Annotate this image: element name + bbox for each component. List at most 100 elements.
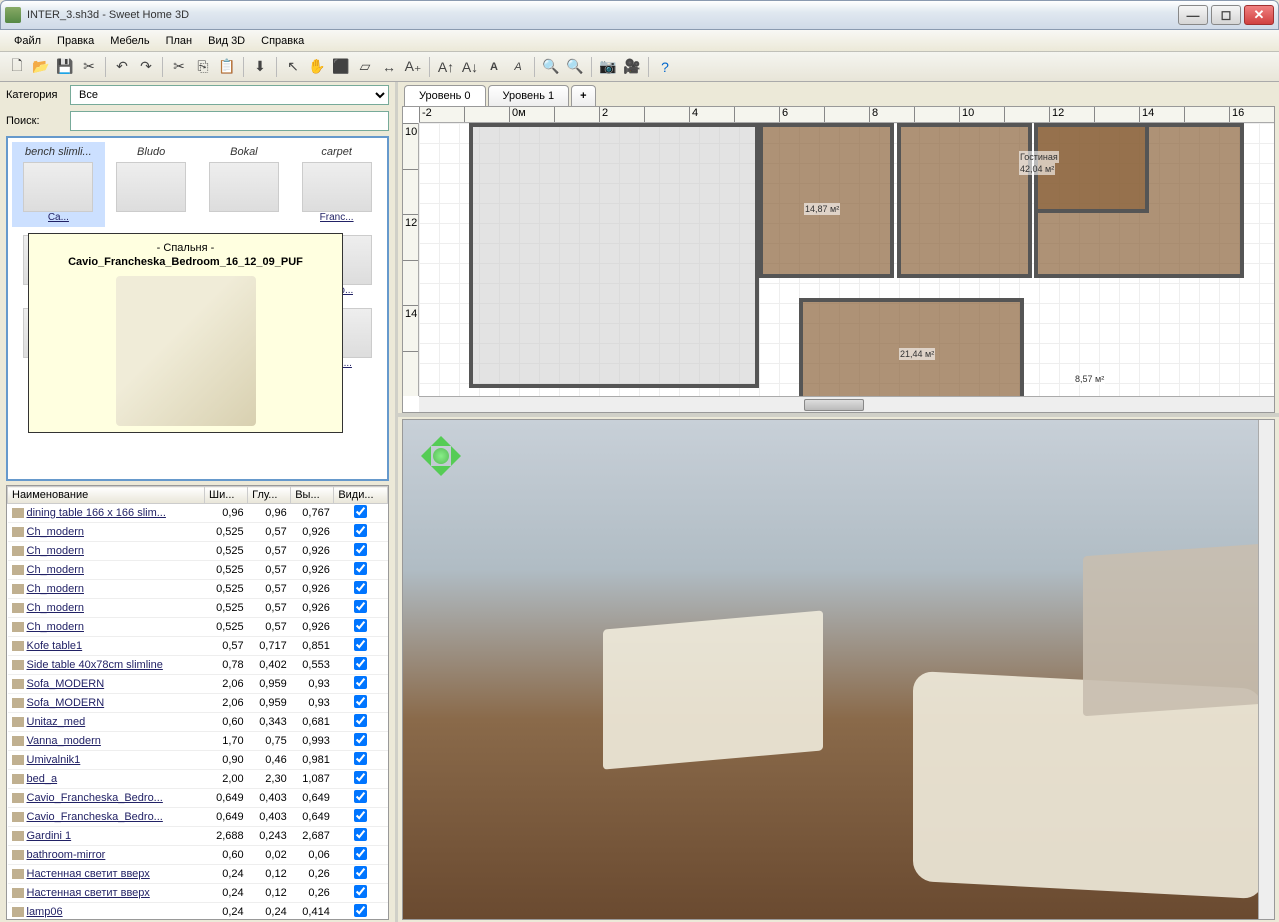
visible-checkbox[interactable]: [354, 505, 367, 518]
table-row[interactable]: Ch_modern0,5250,570,926: [8, 580, 388, 599]
nav-widget[interactable]: [411, 426, 471, 486]
video-icon[interactable]: 🎥: [621, 56, 643, 78]
col-header[interactable]: Наименование: [8, 487, 205, 504]
dimension-icon[interactable]: ↔: [378, 56, 400, 78]
visible-checkbox[interactable]: [354, 847, 367, 860]
visible-checkbox[interactable]: [354, 809, 367, 822]
table-row[interactable]: Cavio_Francheska_Bedro...0,6490,4030,649: [8, 789, 388, 808]
visible-checkbox[interactable]: [354, 790, 367, 803]
minimize-button[interactable]: —: [1178, 5, 1208, 25]
visible-checkbox[interactable]: [354, 904, 367, 917]
visible-checkbox[interactable]: [354, 771, 367, 784]
table-row[interactable]: lamp060,240,240,414: [8, 903, 388, 921]
visible-checkbox[interactable]: [354, 866, 367, 879]
search-input[interactable]: [70, 111, 389, 131]
add-furniture-icon[interactable]: ⬇: [249, 56, 271, 78]
select-icon[interactable]: ↖: [282, 56, 304, 78]
nav-up-icon[interactable]: [431, 426, 451, 446]
table-row[interactable]: Sofa_MODERN2,060,9590,93: [8, 694, 388, 713]
visible-checkbox[interactable]: [354, 828, 367, 841]
pan-icon[interactable]: ✋: [306, 56, 328, 78]
photo-icon[interactable]: 📷: [597, 56, 619, 78]
copy-icon[interactable]: ⎘: [192, 56, 214, 78]
visible-checkbox[interactable]: [354, 600, 367, 613]
open-icon[interactable]: 📂: [30, 56, 52, 78]
menu-План[interactable]: План: [158, 32, 201, 50]
save-icon[interactable]: 💾: [54, 56, 76, 78]
catalog-item[interactable]: Bokal: [198, 142, 291, 227]
redo-icon[interactable]: ↷: [135, 56, 157, 78]
prefs-icon[interactable]: ✂: [78, 56, 100, 78]
text-smaller-icon[interactable]: A↓: [459, 56, 481, 78]
catalog-item[interactable]: bench slimli...Ca...: [12, 142, 105, 227]
add-level-button[interactable]: +: [571, 85, 595, 106]
table-row[interactable]: Side table 40x78cm slimline0,780,4020,55…: [8, 656, 388, 675]
paste-icon[interactable]: 📋: [216, 56, 238, 78]
category-select[interactable]: Все: [70, 85, 389, 105]
menu-Справка[interactable]: Справка: [253, 32, 312, 50]
visible-checkbox[interactable]: [354, 676, 367, 689]
table-row[interactable]: bathroom-mirror0,600,020,06: [8, 846, 388, 865]
visible-checkbox[interactable]: [354, 543, 367, 556]
table-row[interactable]: Настенная светит вверх0,240,120,26: [8, 865, 388, 884]
visible-checkbox[interactable]: [354, 714, 367, 727]
nav-down-icon[interactable]: [431, 466, 451, 486]
view3d-vscrollbar[interactable]: [1258, 420, 1274, 919]
table-row[interactable]: Unitaz_med0,600,3430,681: [8, 713, 388, 732]
nav-center-icon[interactable]: [433, 448, 449, 464]
zoom-out-icon[interactable]: 🔍: [564, 56, 586, 78]
text-icon[interactable]: A₊: [402, 56, 424, 78]
table-row[interactable]: Ch_modern0,5250,570,926: [8, 599, 388, 618]
table-row[interactable]: Cavio_Francheska_Bedro...0,6490,4030,649: [8, 808, 388, 827]
visible-checkbox[interactable]: [354, 619, 367, 632]
visible-checkbox[interactable]: [354, 657, 367, 670]
table-row[interactable]: Umivalnik10,900,460,981: [8, 751, 388, 770]
maximize-button[interactable]: ◻: [1211, 5, 1241, 25]
col-header[interactable]: Ши...: [205, 487, 248, 504]
menu-Правка[interactable]: Правка: [49, 32, 102, 50]
cut-icon[interactable]: ✂: [168, 56, 190, 78]
floor-plan-canvas[interactable]: 14,87 м²Гостиная42,04 м²21,44 м²8,57 м²: [419, 123, 1274, 396]
table-row[interactable]: dining table 166 x 166 slim...0,960,960,…: [8, 504, 388, 523]
catalog-item[interactable]: carpetFranc...: [290, 142, 383, 227]
visible-checkbox[interactable]: [354, 752, 367, 765]
visible-checkbox[interactable]: [354, 638, 367, 651]
bold-icon[interactable]: A: [483, 56, 505, 78]
close-button[interactable]: ✕: [1244, 5, 1274, 25]
visible-checkbox[interactable]: [354, 524, 367, 537]
visible-checkbox[interactable]: [354, 581, 367, 594]
visible-checkbox[interactable]: [354, 562, 367, 575]
level-tab[interactable]: Уровень 1: [488, 85, 570, 106]
table-row[interactable]: Ch_modern0,5250,570,926: [8, 561, 388, 580]
visible-checkbox[interactable]: [354, 885, 367, 898]
table-row[interactable]: bed_a2,002,301,087: [8, 770, 388, 789]
new-icon[interactable]: 🗋: [6, 56, 28, 78]
level-tab[interactable]: Уровень 0: [404, 85, 486, 106]
text-bigger-icon[interactable]: A↑: [435, 56, 457, 78]
catalog-item[interactable]: Bludo: [105, 142, 198, 227]
table-row[interactable]: Gardini 12,6880,2432,687: [8, 827, 388, 846]
table-row[interactable]: Ch_modern0,5250,570,926: [8, 542, 388, 561]
visible-checkbox[interactable]: [354, 733, 367, 746]
wall-icon[interactable]: ⬛: [330, 56, 352, 78]
table-row[interactable]: Настенная светит вверх0,240,120,26: [8, 884, 388, 903]
undo-icon[interactable]: ↶: [111, 56, 133, 78]
nav-right-icon[interactable]: [451, 446, 471, 466]
menu-Мебель[interactable]: Мебель: [102, 32, 157, 50]
table-row[interactable]: Ch_modern0,5250,570,926: [8, 618, 388, 637]
menu-Вид 3D[interactable]: Вид 3D: [200, 32, 253, 50]
view-3d[interactable]: [402, 419, 1275, 920]
table-row[interactable]: Ch_modern0,5250,570,926: [8, 523, 388, 542]
help-icon[interactable]: ?: [654, 56, 676, 78]
nav-left-icon[interactable]: [411, 446, 431, 466]
furniture-table[interactable]: НаименованиеШи...Глу...Вы...Види... dini…: [6, 485, 389, 920]
menu-Файл[interactable]: Файл: [6, 32, 49, 50]
italic-icon[interactable]: A: [507, 56, 529, 78]
visible-checkbox[interactable]: [354, 695, 367, 708]
furniture-catalog[interactable]: bench slimli...Ca...BludoBokalcarpetFran…: [6, 136, 389, 481]
col-header[interactable]: Вы...: [291, 487, 334, 504]
table-row[interactable]: Vanna_modern1,700,750,993: [8, 732, 388, 751]
plan-view[interactable]: -20м246810121416 101214 14,87 м²Гостиная…: [402, 106, 1275, 413]
plan-hscrollbar[interactable]: [419, 396, 1274, 412]
table-row[interactable]: Sofa_MODERN2,060,9590,93: [8, 675, 388, 694]
